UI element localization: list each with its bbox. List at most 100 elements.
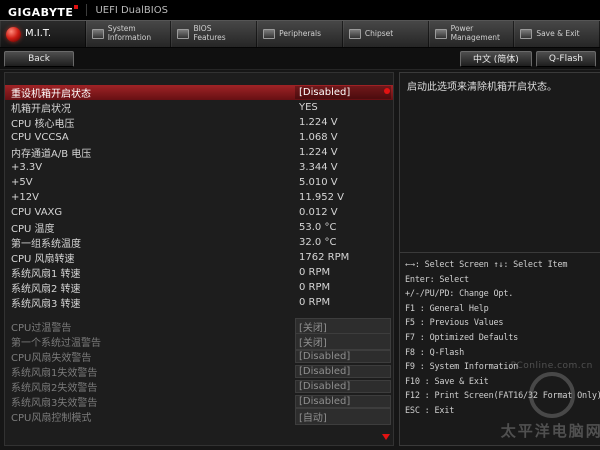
bios-product-title: UEFI DualBIOS [95,4,168,16]
list-item: 系统风扇1 转速 0 RPM [5,265,393,280]
main-area: 重设机箱开启状态 [Disabled] 机箱开启状况 YES CPU 核心电压 … [0,70,600,450]
item-value: 0.012 V [299,207,338,218]
scroll-down-indicator-icon[interactable] [382,434,390,440]
list-item-reset-case-open[interactable]: 重设机箱开启状态 [Disabled] [5,85,393,100]
list-item: CPU VCCSA 1.068 V [5,130,393,145]
tab-mit[interactable]: M.I.T. [0,21,86,47]
title-bar: GIGABYTE UEFI DualBIOS [0,0,600,20]
item-value: [Disabled] [295,350,391,363]
list-item: +3.3V 3.344 V [5,160,393,175]
item-label: 内存通道A/B 电压 [11,149,92,160]
key-legend-line: F8 : Q-Flash [405,347,465,358]
item-value: 32.0 °C [299,237,337,248]
brand-accent-icon [74,4,79,9]
item-label: 系统风扇2 转速 [11,284,81,295]
item-label: CPU 核心电压 [11,119,75,130]
item-value: 0 RPM [299,297,331,308]
item-value: 3.344 V [299,162,338,173]
item-label: 系统风扇3失效警告 [11,398,98,409]
tab-label: BIOS Features [193,24,226,42]
title-divider [86,4,88,16]
scroll-up-indicator-icon[interactable] [384,88,390,94]
item-value: 1.068 V [299,132,338,143]
help-panel: 启动此选项来清除机箱开启状态。 ←→: Select Screen ↑↓: Se… [399,72,600,446]
key-legend-line: F1 : General Help [405,303,489,314]
item-value: [关闭] [295,333,391,350]
key-legend-line: Enter: Select [405,274,469,285]
item-value: YES [299,102,318,113]
item-label: CPU 风扇转速 [11,254,75,265]
tab-power-management[interactable]: Power Management [429,21,515,47]
tab-system-information[interactable]: System Information [86,21,172,47]
key-legend-line: +/-/PU/PD: Change Opt. [405,289,514,300]
item-value: 11.952 V [299,192,345,203]
settings-list: 重设机箱开启状态 [Disabled] 机箱开启状况 YES CPU 核心电压 … [4,72,394,446]
key-legend-line: F7 : Optimized Defaults [405,332,519,343]
list-item[interactable]: 系统风扇2失效警告 [Disabled] [5,379,393,394]
list-item[interactable]: CPU风扇控制模式 [自动] [5,408,393,425]
item-label: 系统风扇2失效警告 [11,383,98,394]
sub-toolbar: Back 中文 (简体) Q-Flash [0,48,600,70]
item-value: 1.224 V [299,147,338,158]
item-label: 机箱开启状况 [11,104,71,115]
list-item: +12V 11.952 V [5,190,393,205]
tab-bar: M.I.T. System Information BIOS Features … [0,20,600,48]
item-value: [自动] [295,408,391,425]
item-label: CPU VCCSA [11,132,69,143]
key-legend-line: ESC : Exit [405,405,455,416]
tab-label: System Information [107,24,152,42]
item-label: CPU过温警告 [11,323,72,334]
tab-label: Save & Exit [536,28,580,38]
key-legend: ←→: Select Screen ↑↓: Select Item Enter:… [400,253,600,424]
list-item: 第一组系统温度 32.0 °C [5,235,393,250]
tab-bios-features[interactable]: BIOS Features [171,21,258,47]
item-label: 系统风扇3 转速 [11,299,81,310]
brand-text: GIGABYTE [8,5,74,19]
bios-features-icon [177,29,190,39]
list-item[interactable]: 第一个系统过温警告 [关闭] [5,333,393,350]
key-legend-line: F5 : Previous Values [405,318,504,329]
list-item[interactable]: 系统风扇1失效警告 [Disabled] [5,364,393,379]
tab-label: Power Management [450,24,500,42]
qflash-button[interactable]: Q-Flash [535,50,596,67]
system-information-icon [91,29,104,39]
save-exit-icon [520,29,533,39]
item-value: [Disabled] [295,395,391,408]
list-item: CPU 核心电压 1.224 V [5,115,393,130]
tab-label: Chipset [364,28,394,38]
back-button[interactable]: Back [4,50,74,67]
list-item: 系统风扇3 转速 0 RPM [5,295,393,310]
item-help-description: 启动此选项来清除机箱开启状态。 [400,73,600,253]
list-item: CPU 温度 53.0 °C [5,220,393,235]
item-label: CPU 温度 [11,224,55,235]
list-item: +5V 5.010 V [5,175,393,190]
tab-peripherals[interactable]: Peripherals [257,21,343,47]
item-value: 53.0 °C [299,222,337,233]
item-value: 1762 RPM [299,252,350,263]
list-item: 系统风扇2 转速 0 RPM [5,280,393,295]
language-button[interactable]: 中文 (简体) [459,50,532,67]
list-item: CPU VAXG 0.012 V [5,205,393,220]
peripherals-icon [263,29,276,39]
power-management-icon [434,29,447,39]
item-label: CPU VAXG [11,207,63,218]
item-label: 系统风扇1失效警告 [11,368,98,379]
key-legend-line: F9 : System Information [405,362,519,373]
list-item[interactable]: 系统风扇3失效警告 [Disabled] [5,394,393,409]
list-item[interactable]: CPU风扇失效警告 [Disabled] [5,349,393,364]
item-value: 1.224 V [299,117,338,128]
item-label: +5V [11,177,33,188]
chipset-icon [348,29,361,39]
key-legend-line: F10 : Save & Exit [405,376,489,387]
item-value: 5.010 V [299,177,338,188]
list-item[interactable]: CPU过温警告 [关闭] [5,318,393,335]
item-label: CPU风扇失效警告 [11,353,92,364]
tab-save-exit[interactable]: Save & Exit [514,21,600,47]
tab-label: Peripherals [279,28,321,38]
item-label: +3.3V [11,162,43,173]
item-label: 重设机箱开启状态 [11,89,91,100]
item-label: 系统风扇1 转速 [11,269,81,280]
key-legend-line: ←→: Select Screen ↑↓: Select Item [405,260,568,270]
tab-chipset[interactable]: Chipset [343,21,429,47]
list-item: 内存通道A/B 电压 1.224 V [5,145,393,160]
